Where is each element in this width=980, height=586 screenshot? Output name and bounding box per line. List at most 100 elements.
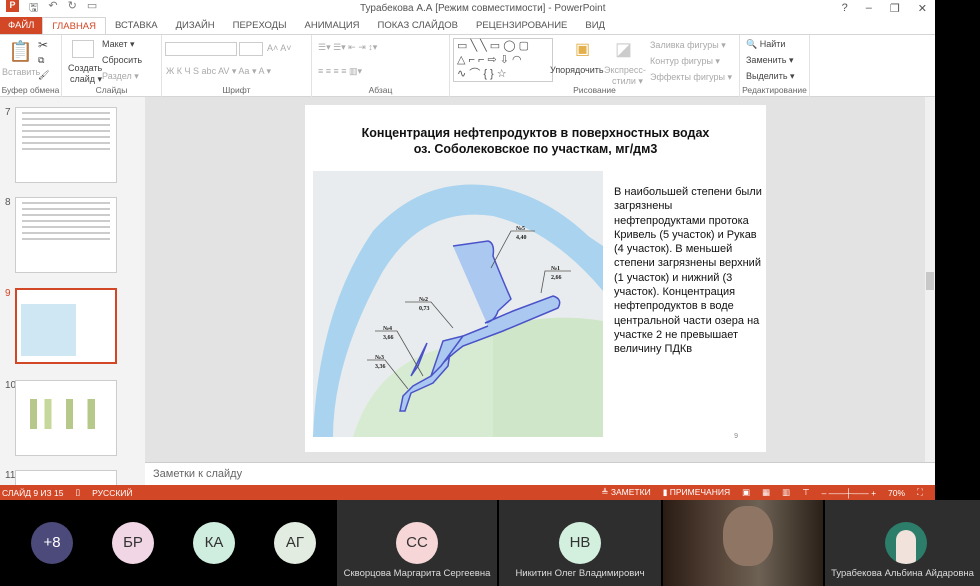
arrange-button[interactable]: Упорядочить xyxy=(550,65,604,75)
font-size-buttons[interactable]: A˄ A˅ xyxy=(267,43,292,53)
paste-icon[interactable]: 📋 xyxy=(8,39,33,64)
tab-transitions[interactable]: ПЕРЕХОДЫ xyxy=(224,17,296,34)
tab-review[interactable]: РЕЦЕНЗИРОВАНИЕ xyxy=(467,17,576,34)
slide-title-line2: оз. Соболековское по участкам, мг/дм3 xyxy=(413,142,658,156)
slide-title: Концентрация нефтепродуктов в поверхност… xyxy=(305,125,766,157)
clipboard-group: 📋 Вставить ✂ ⧉ 🖌 Буфер обмена xyxy=(0,35,62,97)
tab-view[interactable]: ВИД xyxy=(576,17,614,34)
participant-avatar[interactable]: БР xyxy=(112,522,154,564)
drawing-label: Рисование xyxy=(573,85,616,95)
minimize-button[interactable]: – xyxy=(866,2,872,15)
zoom-level[interactable]: 70% xyxy=(888,488,905,498)
list-buttons[interactable]: ☰▾ ☰▾ ⇤ ⇥ ↕▾ xyxy=(318,42,377,53)
shapes-gallery[interactable]: ▭ ╲ ╲ ▭ ◯ ▢ △ ⌐ ⌐ ⇨ ⇩ ◠ ∿ ⌒ { } ☆ xyxy=(453,38,553,82)
quick-styles-icon[interactable]: ◪ xyxy=(615,39,632,60)
slide-counter: СЛАЙД 9 ИЗ 15 xyxy=(2,487,64,498)
spellcheck-icon[interactable]: ▯ xyxy=(75,487,80,498)
help-button[interactable]: ? xyxy=(842,2,848,15)
section-button[interactable]: Раздел ▾ xyxy=(102,71,139,82)
slideshow-icon[interactable]: ⊤ xyxy=(802,487,809,498)
thumbnail-number: 8 xyxy=(5,197,11,208)
notes-button[interactable]: ≜ ЗАМЕТКИ xyxy=(601,487,650,498)
new-slide-icon[interactable] xyxy=(72,40,94,58)
layout-button[interactable]: Макет ▾ xyxy=(102,39,135,50)
undo-icon[interactable]: ↶ xyxy=(48,0,57,18)
participant-avatar: НВ xyxy=(559,522,601,564)
tab-slideshow[interactable]: ПОКАЗ СЛАЙДОВ xyxy=(369,17,467,34)
tab-insert[interactable]: ВСТАВКА xyxy=(106,17,167,34)
participant-avatar: СС xyxy=(396,522,438,564)
reading-view-icon[interactable]: ▥ xyxy=(782,487,790,498)
drawing-group: ▭ ╲ ╲ ▭ ◯ ▢ △ ⌐ ⌐ ⇨ ⇩ ◠ ∿ ⌒ { } ☆ ▣ Упоряд… xyxy=(450,35,740,97)
video-call-strip: +8 БР КА АГ СС Скворцова Маргарита Серге… xyxy=(0,500,980,586)
new-slide-button[interactable]: Создать xyxy=(68,63,102,73)
shape-outline-button[interactable]: Контур фигуры ▾ xyxy=(650,56,720,67)
slide-thumbnail-10[interactable] xyxy=(15,380,117,456)
find-button[interactable]: 🔍 Найти xyxy=(746,39,785,50)
new-slide-dropdown[interactable]: слайд ▾ xyxy=(70,74,102,85)
select-button[interactable]: Выделить ▾ xyxy=(746,71,795,82)
thumbnail-number: 11 xyxy=(5,470,16,481)
participant-avatar[interactable]: АГ xyxy=(274,522,316,564)
clipboard-label: Буфер обмена xyxy=(1,85,60,95)
map-label-id: №1 xyxy=(551,266,560,272)
align-buttons[interactable]: ≡ ≡ ≡ ≡ ▥▾ xyxy=(318,66,362,77)
replace-button[interactable]: Заменить ▾ xyxy=(746,55,793,66)
participant-tile[interactable]: Турабекова Альбина Айдаровна xyxy=(825,500,980,586)
title-bar: P 🖫 ↶ ↻ ▭ Турабекова А.А [Режим совмести… xyxy=(0,0,935,17)
fit-slide-icon[interactable]: ⛶ xyxy=(917,487,923,498)
slides-label: Слайды xyxy=(95,85,128,95)
start-slideshow-icon[interactable]: ▭ xyxy=(87,0,97,18)
save-icon[interactable]: 🖫 xyxy=(29,0,38,18)
slide-thumbnails-panel[interactable]: 7 8 9 10 11 xyxy=(0,97,145,490)
slide-number: 9 xyxy=(734,433,738,440)
slides-group: Создать слайд ▾ Макет ▾ Сбросить Раздел … xyxy=(62,35,162,97)
more-participants-avatar[interactable]: +8 xyxy=(31,522,73,564)
participant-name: Никитин Олег Владимирович xyxy=(515,568,645,579)
quick-styles-button[interactable]: Экспресс- xyxy=(604,65,646,75)
notes-input[interactable]: Заметки к слайду xyxy=(145,462,935,485)
slide-body-text: В наибольшей степени были загрязнены неф… xyxy=(614,186,762,356)
redo-icon[interactable]: ↻ xyxy=(68,0,77,18)
font-name-select[interactable] xyxy=(165,42,237,56)
status-bar: СЛАЙД 9 ИЗ 15 ▯ РУССКИЙ ≜ ЗАМЕТКИ ▮ ПРИМ… xyxy=(0,485,935,500)
zoom-slider[interactable]: – ——┼—— + xyxy=(822,488,876,498)
slide-thumbnail-9[interactable] xyxy=(15,288,117,364)
participant-group-tile: +8 БР КА АГ xyxy=(0,500,335,586)
format-painter-icon[interactable]: 🖌 xyxy=(38,70,49,81)
vertical-scrollbar[interactable] xyxy=(925,97,935,462)
language-indicator[interactable]: РУССКИЙ xyxy=(92,488,132,498)
tab-file[interactable]: ФАЙЛ xyxy=(0,17,43,34)
shape-fill-button[interactable]: Заливка фигуры ▾ xyxy=(650,40,726,51)
editing-group: 🔍 Найти Заменить ▾ Выделить ▾ Редактиров… xyxy=(740,35,810,97)
font-format-buttons[interactable]: Ж К Ч S abc AV ▾ Aa ▾ A ▾ xyxy=(166,66,271,77)
restore-button[interactable]: ❐ xyxy=(890,2,900,15)
slide-thumbnail-8[interactable] xyxy=(15,197,117,273)
shape-effects-button[interactable]: Эффекты фигуры ▾ xyxy=(650,72,732,83)
window-title: Турабекова А.А [Режим совместимости] - P… xyxy=(360,3,606,14)
cut-icon[interactable]: ✂ xyxy=(38,38,48,52)
participant-tile[interactable]: НВ Никитин Олег Владимирович xyxy=(499,500,661,586)
reset-button[interactable]: Сбросить xyxy=(102,55,142,65)
font-size-select[interactable] xyxy=(239,42,263,56)
tab-home[interactable]: ГЛАВНАЯ xyxy=(42,17,106,34)
normal-view-icon[interactable]: ▣ xyxy=(742,487,750,498)
tab-animations[interactable]: АНИМАЦИЯ xyxy=(296,17,369,34)
participant-avatar[interactable]: КА xyxy=(193,522,235,564)
participant-tile[interactable]: СС Скворцова Маргарита Сергеевна xyxy=(337,500,497,586)
map-label-id: №4 xyxy=(383,326,392,332)
participant-video[interactable] xyxy=(663,500,823,586)
arrange-icon[interactable]: ▣ xyxy=(575,39,590,59)
slide-title-line1: Концентрация нефтепродуктов в поверхност… xyxy=(361,126,710,140)
current-slide[interactable]: Концентрация нефтепродуктов в поверхност… xyxy=(305,105,766,452)
font-label: Шрифт xyxy=(222,85,251,95)
slide-sorter-icon[interactable]: ▦ xyxy=(762,487,770,498)
slide-thumbnail-7[interactable] xyxy=(15,107,117,183)
ribbon-tabs: ФАЙЛ ГЛАВНАЯ ВСТАВКА ДИЗАЙН ПЕРЕХОДЫ АНИ… xyxy=(0,17,935,34)
close-button[interactable]: ✕ xyxy=(918,2,927,15)
tab-design[interactable]: ДИЗАЙН xyxy=(167,17,224,34)
copy-icon[interactable]: ⧉ xyxy=(38,55,44,66)
screen-edge xyxy=(935,0,980,500)
paste-button[interactable]: Вставить xyxy=(2,67,40,77)
comments-button[interactable]: ▮ ПРИМЕЧАНИЯ xyxy=(663,487,730,498)
